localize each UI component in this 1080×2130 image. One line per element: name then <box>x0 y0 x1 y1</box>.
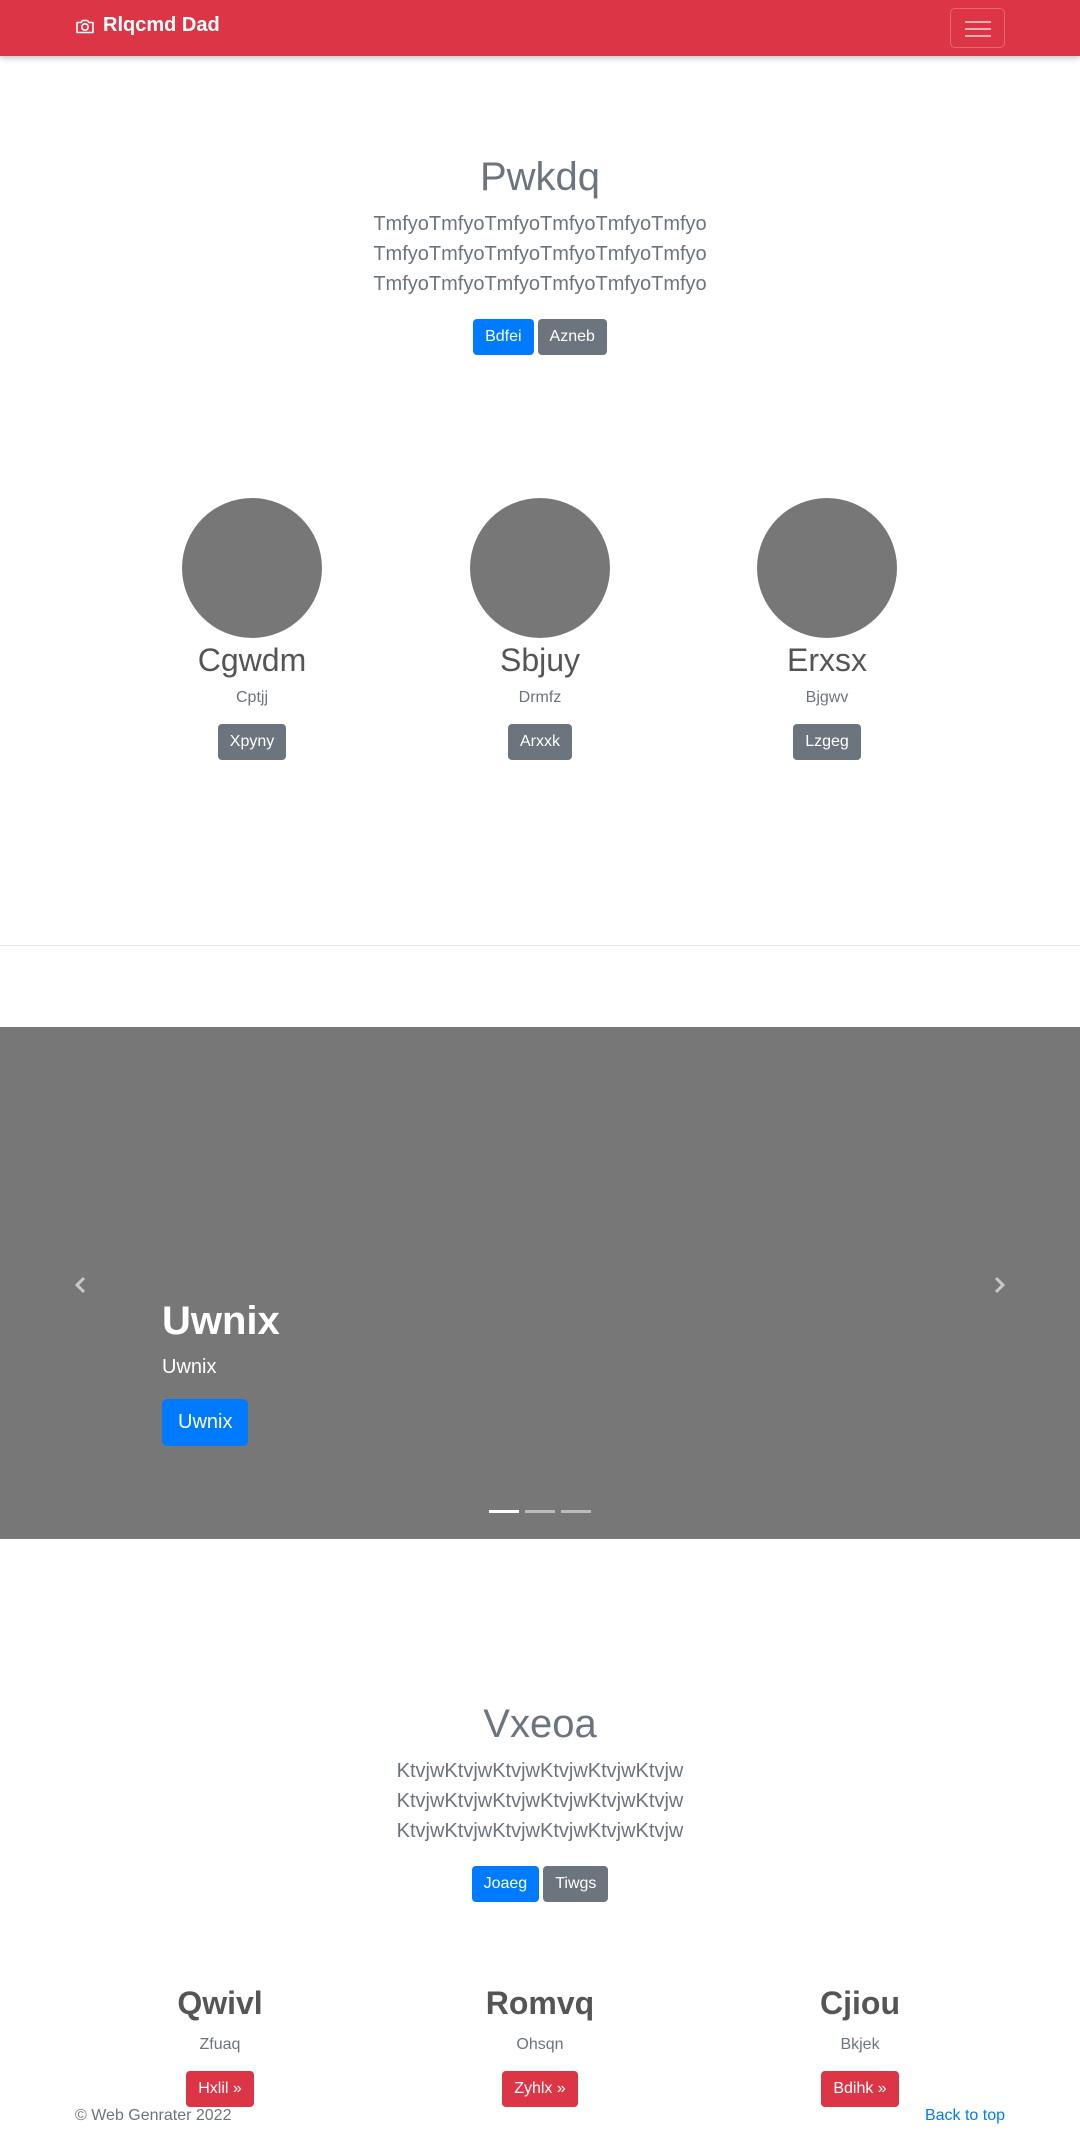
carousel-text: Uwnix <box>162 1356 217 1378</box>
person-button[interactable]: Lzgeg <box>793 724 861 760</box>
person-subtitle: Drmfz <box>518 689 562 706</box>
chevron-left-icon <box>71 1275 91 1300</box>
feature-subtitle: Zfuaq <box>199 2036 241 2053</box>
footer: © Web Genrater 2022 Back to top <box>75 2107 1005 2130</box>
section-divider <box>0 945 1080 946</box>
hero-secondary-button[interactable]: Tiwgs <box>543 1866 609 1902</box>
back-to-top-link[interactable]: Back to top <box>925 2107 1005 2125</box>
feature-subtitle: Bkjek <box>840 2036 880 2053</box>
feature-button[interactable]: Bdihk » <box>821 2071 899 2107</box>
carousel-indicator[interactable] <box>561 1510 591 1513</box>
hero-section-2: Vxeoa KtvjwKtvjwKtvjwKtvjwKtvjwKtvjw Ktv… <box>0 1700 1080 1902</box>
feature-subtitle: Ohsqn <box>516 2036 564 2053</box>
hero-lead: KtvjwKtvjwKtvjwKtvjwKtvjwKtvjw KtvjwKtvj… <box>396 1760 684 1842</box>
carousel-indicator[interactable] <box>489 1510 519 1513</box>
person-card: Erxsx Bjgwv Lzgeg <box>677 498 977 760</box>
carousel-title: Uwnix <box>162 1299 280 1343</box>
avatar <box>757 498 897 638</box>
brand-link[interactable]: Rlqcmd Dad <box>75 14 220 37</box>
person-name: Erxsx <box>787 642 867 678</box>
hero-title: Vxeoa <box>483 1702 597 1746</box>
feature-title: Qwivl <box>177 1985 263 2021</box>
person-name: Cgwdm <box>197 642 307 678</box>
feature-card: Cjiou Bkjek Bdihk » <box>710 1983 1010 2107</box>
person-name: Sbjuy <box>499 642 581 678</box>
feature-button[interactable]: Zyhlx » <box>502 2071 578 2107</box>
navbar-toggler-button[interactable] <box>950 8 1005 48</box>
footer-copyright: © Web Genrater 2022 <box>75 2107 232 2124</box>
person-button[interactable]: Arxxk <box>508 724 572 760</box>
carousel-next-button[interactable] <box>979 1267 1019 1307</box>
hero-lead: TmfyoTmfyoTmfyoTmfyoTmfyoTmfyo TmfyoTmfy… <box>373 213 707 295</box>
person-card: Cgwdm Cptjj Xpyny <box>102 498 402 760</box>
hero-section-1: Pwkdq TmfyoTmfyoTmfyoTmfyoTmfyoTmfyo Tmf… <box>0 153 1080 355</box>
hero-buttons: Bdfei Azneb <box>0 319 1080 355</box>
hero-primary-button[interactable]: Joaeg <box>471 1866 540 1902</box>
carousel-button[interactable]: Uwnix <box>162 1399 249 1446</box>
feature-title: Cjiou <box>820 1985 900 2021</box>
avatar <box>470 498 610 638</box>
person-subtitle: Bjgwv <box>805 689 849 706</box>
feature-card: Romvq Ohsqn Zyhlx » <box>390 1983 690 2107</box>
avatar <box>182 498 322 638</box>
carousel: Uwnix Uwnix Uwnix <box>0 1027 1080 1539</box>
person-card: Sbjuy Drmfz Arxxk <box>390 498 690 760</box>
hero-primary-button[interactable]: Bdfei <box>473 319 534 355</box>
feature-card: Qwivl Zfuaq Hxlil » <box>70 1983 370 2107</box>
person-subtitle: Cptjj <box>235 689 268 706</box>
hero-title: Pwkdq <box>479 155 601 199</box>
feature-title: Romvq <box>485 1985 595 2021</box>
hero-secondary-button[interactable]: Azneb <box>537 319 607 355</box>
brand-text: Rlqcmd Dad <box>103 14 220 36</box>
carousel-indicator[interactable] <box>525 1510 555 1513</box>
camera-icon <box>75 16 95 36</box>
navbar: Rlqcmd Dad <box>0 0 1080 56</box>
person-button[interactable]: Xpyny <box>217 724 287 760</box>
carousel-indicators <box>0 1510 1080 1513</box>
hero-buttons: Joaeg Tiwgs <box>0 1866 1080 1902</box>
chevron-right-icon <box>989 1275 1009 1300</box>
feature-button[interactable]: Hxlil » <box>186 2071 254 2107</box>
carousel-prev-button[interactable] <box>61 1267 101 1307</box>
hamburger-icon <box>965 21 991 23</box>
carousel-caption: Uwnix Uwnix Uwnix <box>162 1297 280 1446</box>
